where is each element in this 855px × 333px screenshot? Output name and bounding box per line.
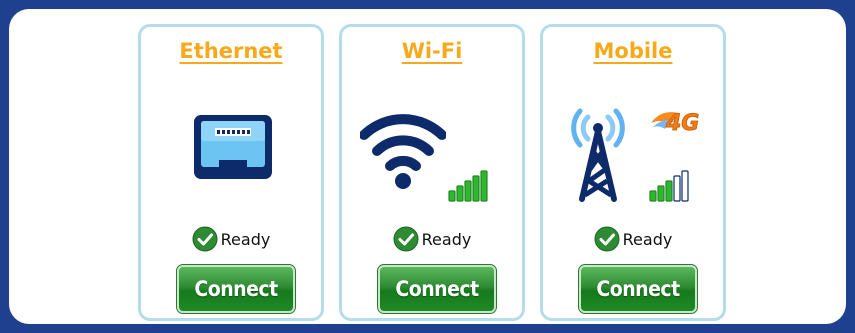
- status-label: Ready: [622, 229, 673, 249]
- signal-bar-filled: [649, 190, 657, 202]
- ethernet-port-icon: [193, 114, 273, 184]
- signal-bar-filled: [657, 185, 665, 202]
- ethernet-status: Ready: [141, 226, 321, 252]
- wifi-icon: [359, 107, 447, 197]
- network-panel: Ethernet Ready Connect Wi-Fi Ready Conne…: [9, 9, 846, 324]
- mobile-status: Ready: [543, 226, 723, 252]
- ethernet-card: Ethernet Ready Connect: [138, 24, 324, 321]
- signal-bar-filled: [456, 185, 464, 202]
- mobile-card: Mobile 4G Ready Connect: [540, 24, 726, 321]
- mobile-connect-button[interactable]: Connect: [578, 264, 698, 314]
- check-circle-icon: [393, 226, 419, 252]
- ethernet-title[interactable]: Ethernet: [141, 39, 321, 63]
- signal-strength-icon: [447, 167, 495, 207]
- 4g-text: 4G: [665, 111, 699, 136]
- wifi-status: Ready: [342, 226, 522, 252]
- signal-bar-filled: [448, 190, 456, 202]
- status-label: Ready: [220, 229, 271, 249]
- check-circle-icon: [192, 226, 218, 252]
- wifi-title[interactable]: Wi-Fi: [342, 39, 522, 63]
- signal-bar-empty: [673, 175, 681, 202]
- signal-bar-filled: [665, 180, 673, 202]
- signal-bar-filled: [464, 180, 472, 202]
- wifi-connect-button[interactable]: Connect: [377, 264, 497, 314]
- cell-tower-icon: [558, 99, 638, 207]
- signal-bar-empty: [681, 170, 689, 202]
- signal-bar-filled: [480, 170, 488, 202]
- signal-strength-icon: [648, 167, 696, 207]
- status-label: Ready: [421, 229, 472, 249]
- check-circle-icon: [594, 226, 620, 252]
- mobile-title[interactable]: Mobile: [543, 39, 723, 63]
- ethernet-connect-button[interactable]: Connect: [176, 264, 296, 314]
- 4g-icon: 4G: [649, 103, 707, 141]
- signal-bar-filled: [472, 175, 480, 202]
- wifi-card: Wi-Fi Ready Connect: [339, 24, 525, 321]
